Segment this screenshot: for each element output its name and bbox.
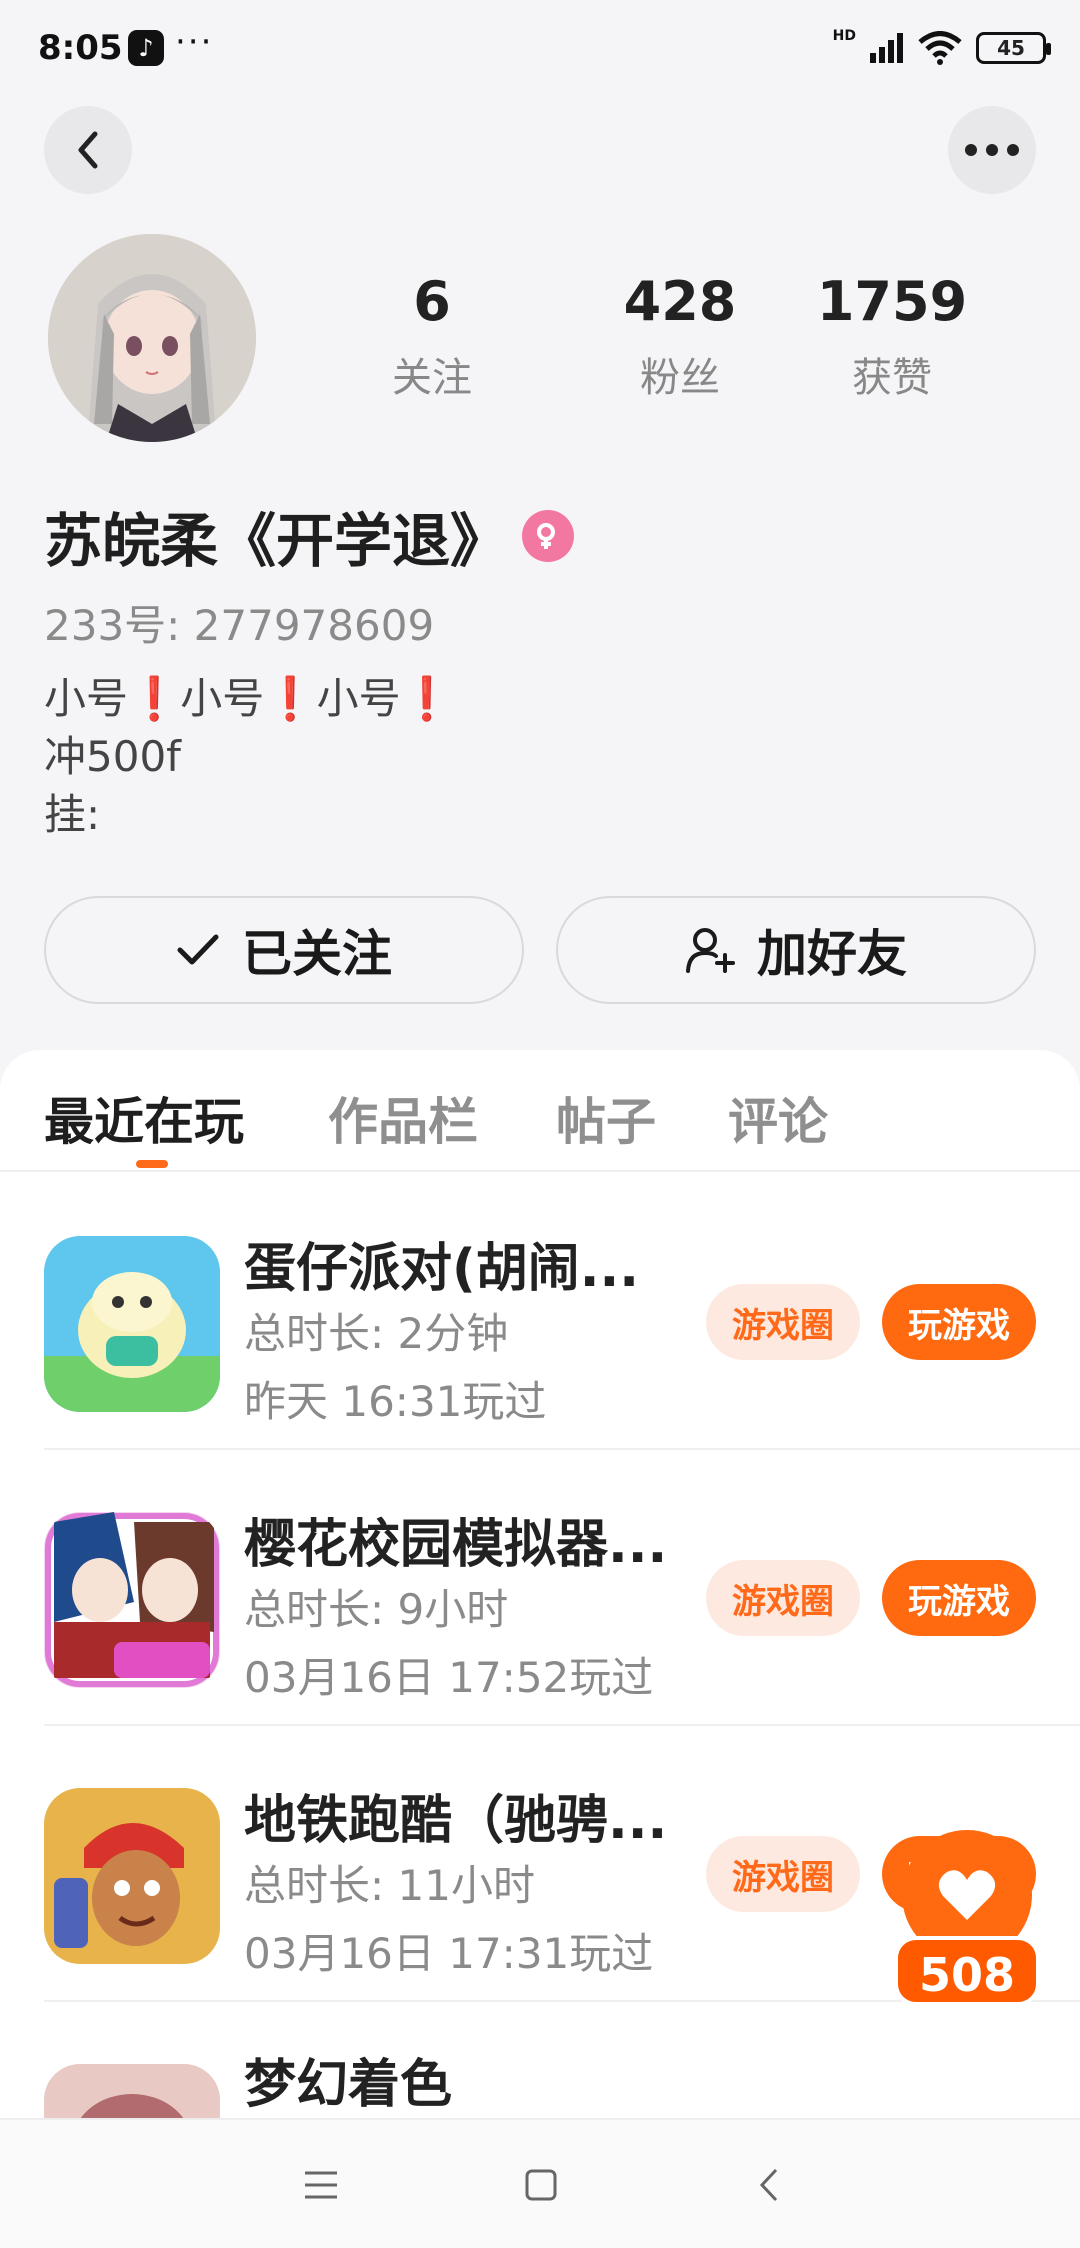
female-gender-icon [522, 510, 575, 562]
stat-followers[interactable]: 428 粉丝 [624, 270, 737, 403]
like-count: 508 [894, 1936, 1040, 2006]
game-icon-sakura-school [44, 1512, 220, 1688]
tab-posts[interactable]: 帖子 [556, 1082, 656, 1154]
menu-icon [305, 2171, 337, 2199]
following-button[interactable]: 已关注 [44, 896, 524, 1004]
stat-following[interactable]: 6 关注 [392, 270, 472, 403]
game-circle-button[interactable]: 游戏圈 [706, 1836, 860, 1912]
chevron-left-icon [759, 2168, 778, 2202]
status-icons: HD 45 [832, 28, 1051, 68]
nav-menu-button[interactable] [286, 2150, 356, 2220]
username-row: 苏皖柔《开学退》 [44, 494, 575, 578]
play-game-button[interactable]: 玩游戏 [882, 1560, 1036, 1636]
following-label: 已关注 [242, 925, 392, 983]
tab-works[interactable]: 作品栏 [328, 1082, 478, 1154]
nav-back-button[interactable] [734, 2150, 804, 2220]
game-circle-button[interactable]: 游戏圈 [706, 1284, 860, 1360]
stat-value: 428 [623, 270, 737, 333]
avatar[interactable] [48, 234, 256, 442]
add-friend-button[interactable]: 加好友 [556, 896, 1036, 1004]
square-icon [525, 2169, 557, 2201]
game-last-played: 03月16日 17:31玩过 [244, 1929, 654, 1978]
hd-label: HD [832, 28, 856, 44]
stat-value: 6 [413, 270, 451, 333]
wifi-icon [918, 31, 962, 65]
stat-value: 1759 [816, 270, 968, 333]
play-game-button[interactable]: 玩游戏 [882, 1284, 1036, 1360]
game-last-played: 03月16日 17:52玩过 [244, 1653, 654, 1702]
game-icon-subway-surfers [44, 1788, 220, 1964]
game-row[interactable]: 蛋仔派对(胡闹... 总时长: 2分钟 昨天 16:31玩过 游戏圈 玩游戏 [44, 1174, 1080, 1450]
more-notifications-indicator: ··· [175, 22, 214, 62]
nav-home-button[interactable] [506, 2150, 576, 2220]
status-bar: 8:05 ♪ ··· HD 45 [0, 0, 1080, 100]
stat-likes[interactable]: 1759 获赞 [817, 270, 967, 403]
tab-indicator [136, 1160, 168, 1168]
system-nav-bar [0, 2118, 1080, 2248]
chevron-left-icon [78, 131, 98, 169]
check-icon [177, 934, 219, 965]
user-id: 233号: 277978609 [44, 601, 435, 650]
status-time: 8:05 [38, 28, 123, 68]
game-title: 樱花校园模拟器... [244, 1515, 668, 1575]
game-title: 地铁跑酷（驰骋... [244, 1791, 668, 1851]
game-row[interactable]: 樱花校园模拟器... 总时长: 9小时 03月16日 17:52玩过 游戏圈 玩… [44, 1450, 1080, 1726]
bio: 小号❗小号❗小号❗ 冲500f 挂: [44, 674, 453, 839]
add-user-icon [686, 928, 735, 973]
tab-bar: 最近在玩 作品栏 帖子 评论 [0, 1050, 1080, 1172]
game-duration: 总时长: 11小时 [244, 1861, 535, 1910]
game-circle-button[interactable]: 游戏圈 [706, 1560, 860, 1636]
more-dots-icon [965, 144, 1019, 156]
tab-recently-played[interactable]: 最近在玩 [44, 1082, 244, 1154]
game-last-played: 昨天 16:31玩过 [244, 1377, 547, 1426]
stat-label: 关注 [392, 355, 472, 401]
battery-icon: 45 [976, 32, 1051, 64]
back-button[interactable] [44, 106, 132, 194]
username: 苏皖柔《开学退》 [44, 507, 509, 575]
content-sheet: 最近在玩 作品栏 帖子 评论 蛋仔派对(胡闹... 总时长: 2分钟 昨天 16… [0, 1050, 1080, 2248]
game-title: 蛋仔派对(胡闹... [244, 1239, 640, 1299]
tiktok-notification-icon: ♪ [128, 30, 164, 66]
floating-like-button[interactable]: 508 [894, 1830, 1040, 2008]
tab-comments[interactable]: 评论 [728, 1082, 828, 1154]
avatar-image [48, 234, 256, 442]
game-duration: 总时长: 9小时 [244, 1585, 509, 1634]
game-title: 梦幻着色 [244, 2055, 453, 2115]
more-options-button[interactable] [948, 106, 1036, 194]
stat-label: 获赞 [851, 355, 932, 401]
add-friend-label: 加好友 [757, 925, 907, 983]
signal-icon [870, 33, 903, 63]
game-icon-eggy-party [44, 1236, 220, 1412]
stat-label: 粉丝 [639, 355, 720, 401]
game-duration: 总时长: 2分钟 [244, 1309, 509, 1358]
